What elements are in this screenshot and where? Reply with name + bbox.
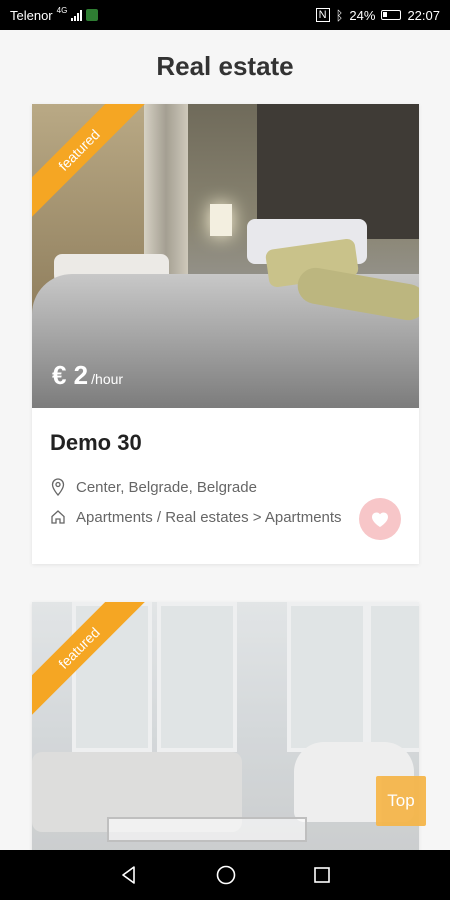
- price-unit: /hour: [91, 371, 124, 387]
- signal-icon: [71, 9, 83, 21]
- price-amount: € 2: [52, 360, 89, 390]
- network-type: 4G: [56, 5, 68, 15]
- listing-category: Apartments / Real estates > Apartments: [50, 502, 401, 532]
- app-header: Real estate: [0, 30, 450, 102]
- category-text: Apartments / Real estates > Apartments: [76, 508, 342, 526]
- recents-icon[interactable]: [312, 865, 332, 885]
- back-icon[interactable]: [118, 864, 140, 886]
- page-title: Real estate: [156, 50, 294, 81]
- system-nav-bar: [0, 850, 450, 900]
- battery-percent: 24%: [349, 7, 376, 23]
- carrier-name: Telenor: [10, 7, 53, 23]
- home-outline-icon: [51, 510, 65, 524]
- bluetooth-icon: ᛒ: [335, 7, 344, 23]
- scroll-top-button[interactable]: Top: [376, 776, 426, 826]
- listing-card[interactable]: featured € 2 /hour Demo 30 Center, Belgr…: [32, 104, 419, 564]
- listing-title[interactable]: Demo 30: [50, 430, 401, 456]
- home-icon[interactable]: [215, 864, 237, 886]
- nfc-icon: N: [315, 8, 330, 22]
- location-pin-icon: [51, 478, 65, 496]
- price-tag: € 2 /hour: [52, 360, 123, 391]
- status-bar: Telenor 4G N ᛒ 24% 22:07: [0, 0, 450, 30]
- battery-icon: [381, 10, 402, 20]
- listing-location: Center, Belgrade, Belgrade: [50, 472, 401, 502]
- listing-card[interactable]: featured: [32, 602, 419, 862]
- location-text: Center, Belgrade, Belgrade: [76, 478, 257, 496]
- listing-photo[interactable]: featured: [32, 602, 419, 862]
- listing-info: Demo 30 Center, Belgrade, Belgrade Apart…: [32, 408, 419, 564]
- heart-icon: [372, 512, 388, 527]
- clock: 22:07: [407, 7, 440, 23]
- app-notification-icon: [86, 9, 99, 21]
- photo-detail: [210, 204, 232, 236]
- listing-photo[interactable]: featured € 2 /hour: [32, 104, 419, 408]
- favorite-button[interactable]: [359, 498, 401, 540]
